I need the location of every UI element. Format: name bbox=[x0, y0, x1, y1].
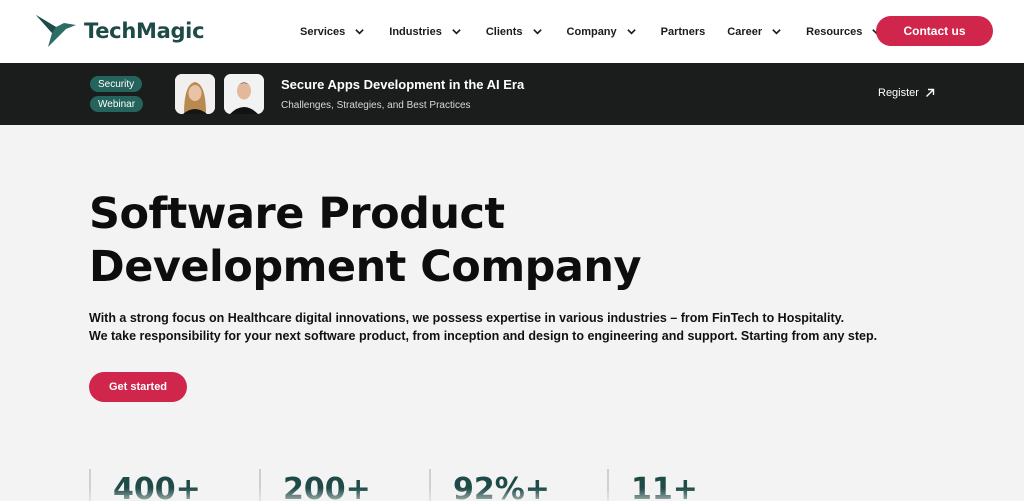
register-label: Register bbox=[878, 87, 919, 99]
logo-text: TechMagic bbox=[84, 19, 205, 43]
stat-number: 400+ bbox=[113, 472, 201, 501]
stat-number: 92%+ bbox=[453, 472, 550, 501]
main-nav: Services Industries Clients Company Part… bbox=[300, 0, 882, 63]
nav-item-label: Partners bbox=[660, 25, 706, 38]
site-header: TechMagic Services Industries Clients Co… bbox=[0, 0, 1024, 63]
contact-us-button[interactable]: Contact us bbox=[876, 16, 993, 46]
nav-item-company[interactable]: Company bbox=[567, 26, 637, 38]
chevron-down-icon bbox=[626, 29, 636, 35]
stat-number: 200+ bbox=[283, 472, 371, 501]
nav-item-partners[interactable]: Partners bbox=[661, 26, 706, 38]
nav-item-label: Career bbox=[727, 25, 763, 38]
nav-item-resources[interactable]: Resources bbox=[806, 26, 882, 38]
stat-number: 11+ bbox=[631, 472, 698, 501]
tag-webinar: Webinar bbox=[90, 96, 144, 112]
stat-item: 92%+ bbox=[429, 469, 550, 501]
stat-item: 11+ bbox=[607, 469, 698, 501]
page-title: Software Product Development Company bbox=[89, 188, 789, 294]
avatar bbox=[224, 74, 264, 114]
nav-item-industries[interactable]: Industries bbox=[389, 26, 462, 38]
tag-security: Security bbox=[90, 76, 143, 92]
stat-item: 200+ bbox=[259, 469, 371, 501]
description-line-1: With a strong focus on Healthcare digita… bbox=[89, 311, 845, 325]
hero-description: With a strong focus on Healthcare digita… bbox=[89, 309, 949, 345]
nav-item-label: Resources bbox=[806, 25, 863, 38]
nav-item-clients[interactable]: Clients bbox=[486, 26, 543, 38]
nav-item-label: Services bbox=[300, 25, 346, 38]
nav-item-career[interactable]: Career bbox=[727, 26, 782, 38]
stat-item: 400+ bbox=[89, 469, 201, 501]
nav-item-label: Industries bbox=[389, 25, 442, 38]
nav-item-label: Company bbox=[566, 25, 617, 38]
title-line-2: Development Company bbox=[89, 242, 642, 292]
hummingbird-logo-icon bbox=[36, 15, 76, 47]
webinar-banner[interactable]: Security Webinar Secure Apps Development… bbox=[0, 63, 1024, 125]
nav-item-label: Clients bbox=[485, 25, 523, 38]
chevron-down-icon bbox=[772, 29, 781, 35]
banner-title: Secure Apps Development in the AI Era bbox=[281, 77, 525, 92]
banner-subtitle: Challenges, Strategies, and Best Practic… bbox=[281, 100, 471, 111]
speaker-photo-male bbox=[224, 74, 264, 114]
avatar bbox=[175, 74, 215, 114]
speaker-photo-female bbox=[175, 74, 215, 114]
logo[interactable]: TechMagic bbox=[34, 13, 205, 49]
nav-item-services[interactable]: Services bbox=[300, 26, 365, 38]
chevron-down-icon bbox=[355, 29, 365, 35]
arrow-up-right-icon bbox=[925, 88, 935, 97]
title-line-1: Software Product bbox=[89, 189, 505, 239]
chevron-down-icon bbox=[532, 29, 542, 35]
chevron-down-icon bbox=[452, 29, 461, 35]
get-started-button[interactable]: Get started bbox=[89, 372, 187, 402]
description-line-2: We take responsibility for your next sof… bbox=[89, 329, 878, 343]
register-link[interactable]: Register bbox=[878, 87, 935, 99]
